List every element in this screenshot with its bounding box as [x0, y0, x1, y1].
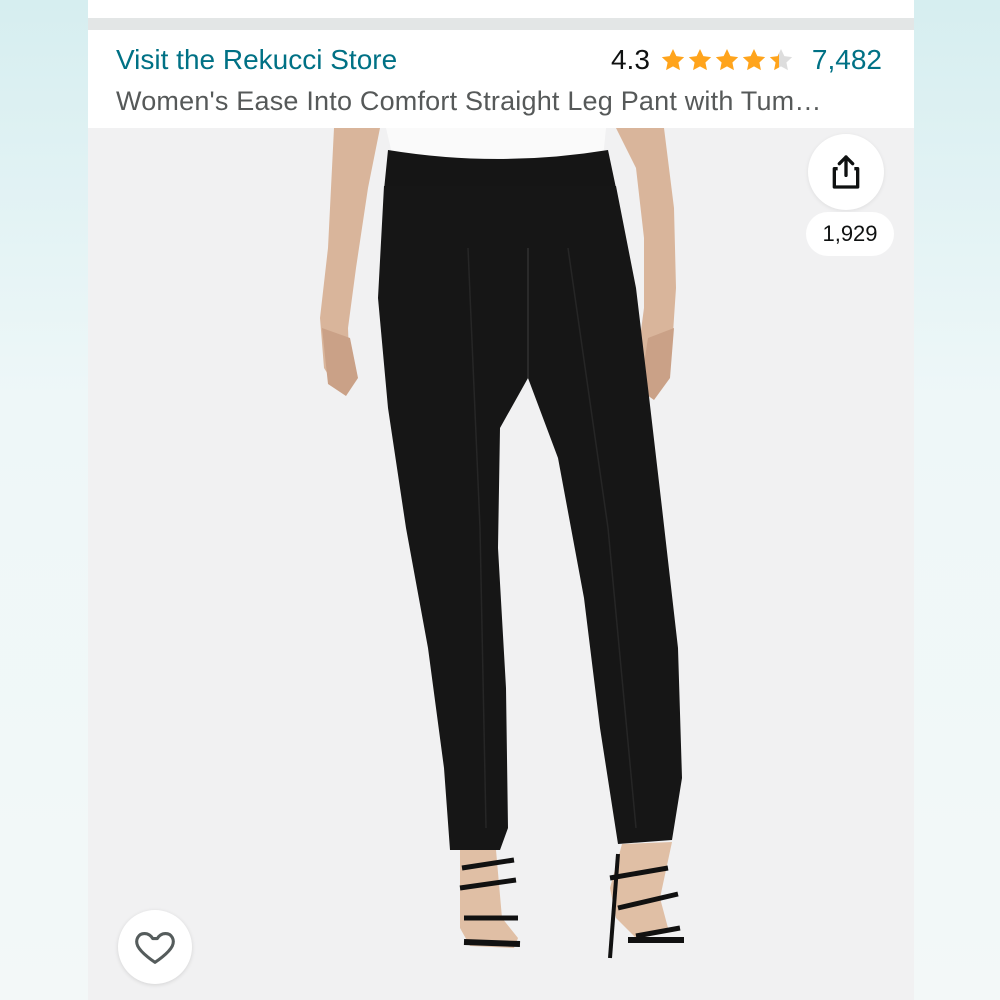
star-icon	[661, 48, 685, 71]
star-icon	[742, 48, 766, 71]
share-count: 1,929	[806, 212, 894, 256]
product-image[interactable]	[88, 128, 914, 1000]
star-icon	[715, 48, 739, 71]
store-link[interactable]: Visit the Rekucci Store	[116, 44, 397, 76]
share-button[interactable]	[808, 134, 884, 210]
product-header: Visit the Rekucci Store 4.3 7,482 Women'…	[88, 30, 914, 128]
star-half-icon	[769, 48, 793, 71]
wishlist-button[interactable]	[118, 910, 192, 984]
product-title: Women's Ease Into Comfort Straight Leg P…	[116, 86, 822, 116]
share-icon	[832, 155, 860, 189]
review-count[interactable]: 7,482	[812, 44, 882, 76]
product-panel: Visit the Rekucci Store 4.3 7,482 Women'…	[88, 0, 914, 1000]
star-icon	[688, 48, 712, 71]
star-rating	[660, 47, 794, 73]
heart-icon	[135, 932, 175, 964]
rating-summary[interactable]: 4.3 7,482	[611, 44, 882, 76]
top-bar	[88, 0, 914, 18]
product-photo	[320, 128, 684, 959]
rating-value: 4.3	[610, 44, 650, 75]
section-divider	[88, 18, 914, 30]
